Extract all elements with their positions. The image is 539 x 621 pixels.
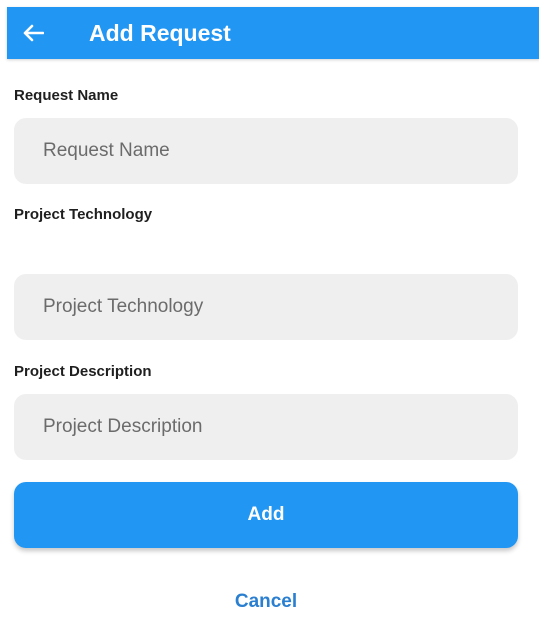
- project-technology-field-container: [14, 274, 518, 340]
- project-technology-input[interactable]: [14, 274, 518, 340]
- request-name-input[interactable]: [14, 118, 518, 184]
- back-button[interactable]: [17, 17, 49, 49]
- page-title: Add Request: [89, 20, 231, 46]
- add-request-screen: Add Request Request Name Project Technol…: [0, 0, 539, 621]
- request-name-field-container: [14, 118, 518, 184]
- project-description-label: Project Description: [14, 363, 152, 380]
- arrow-left-icon: [23, 24, 44, 42]
- request-name-label: Request Name: [14, 87, 119, 104]
- add-button[interactable]: Add: [14, 482, 518, 548]
- cancel-button[interactable]: Cancel: [214, 588, 318, 616]
- project-description-input[interactable]: [14, 394, 518, 460]
- project-technology-label: Project Technology: [14, 206, 153, 223]
- project-description-field-container: [14, 394, 518, 460]
- app-bar: Add Request: [7, 7, 539, 59]
